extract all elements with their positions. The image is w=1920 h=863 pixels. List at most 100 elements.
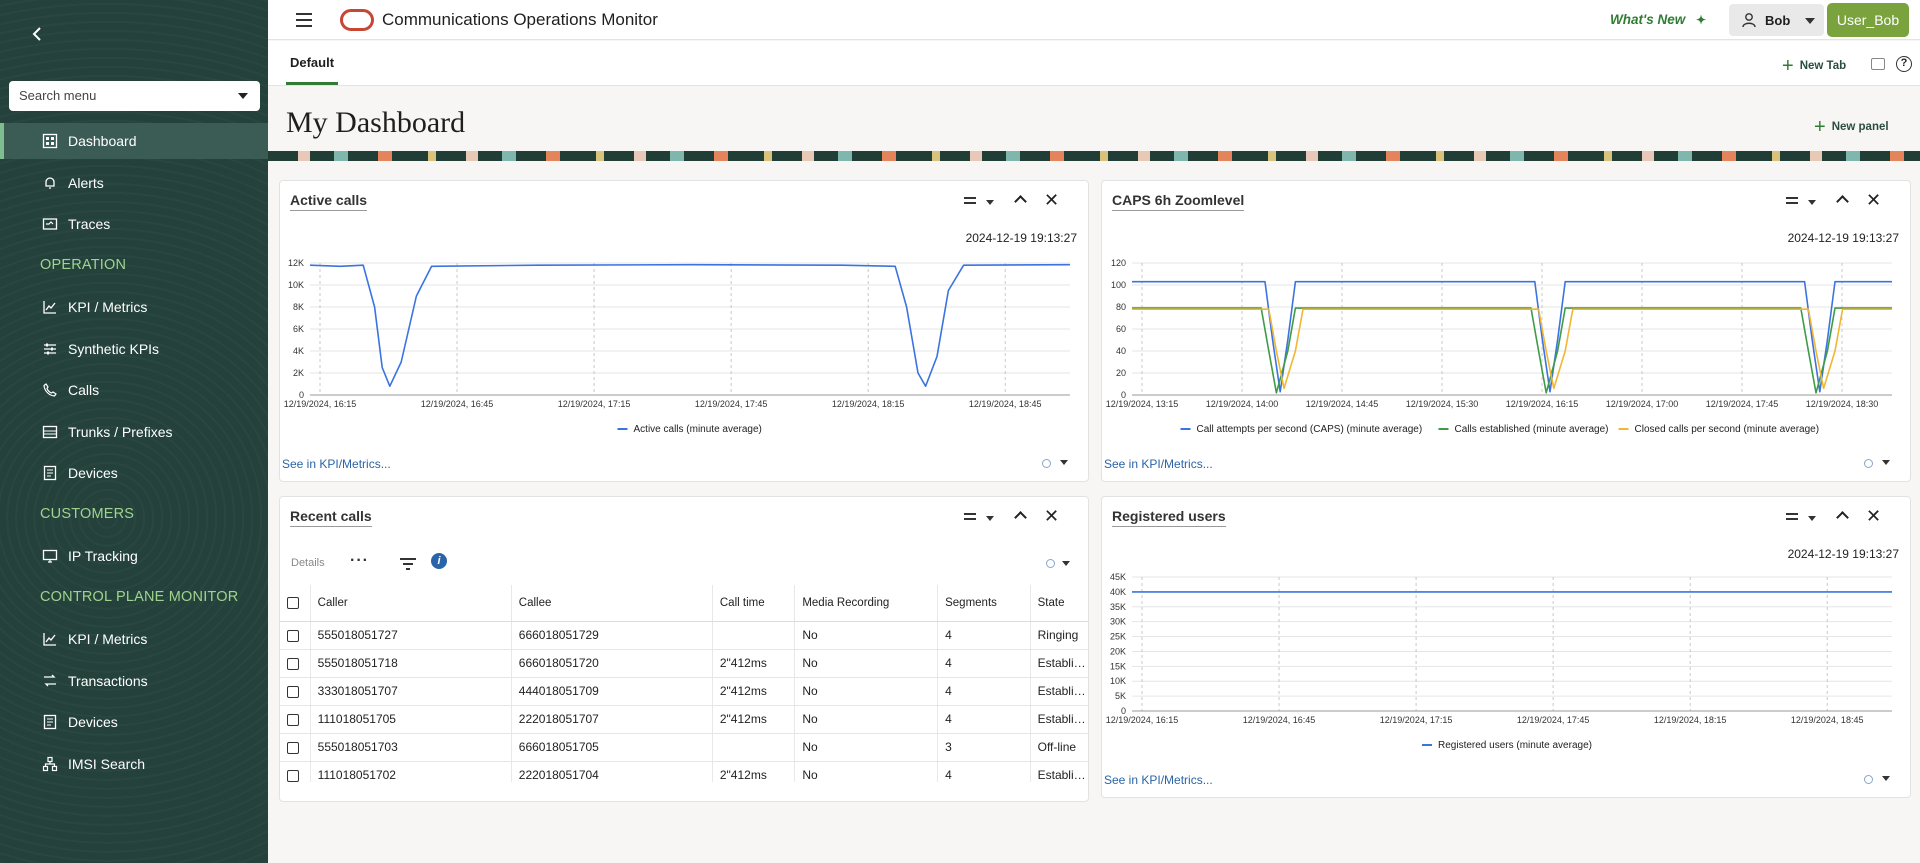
x-tick-label: 12/19/2024, 16:45 [421, 399, 494, 409]
sidebar-item-calls[interactable]: Calls [0, 372, 268, 408]
x-tick-label: 12/19/2024, 17:00 [1606, 399, 1679, 409]
new-tab-button[interactable]: + New Tab [1782, 55, 1846, 78]
table-options[interactable] [1046, 559, 1076, 571]
row-checkbox[interactable] [287, 741, 299, 754]
table-row[interactable]: 555018051727 666018051729 No 4 Ringing [280, 621, 1088, 650]
sidebar-item-synthetic-kpis[interactable]: Synthetic KPIs [0, 331, 268, 367]
chevron-down-icon[interactable] [986, 516, 994, 521]
sidebar-item-transactions[interactable]: Transactions [0, 663, 268, 699]
table-cell-callee: 666018051720 [511, 649, 713, 678]
active-calls-panel: Active calls ✕ 2024-12-19 19:13:27 0 2K 4K… [279, 180, 1089, 482]
sidebar-item-kpi-metrics[interactable]: KPI / Metrics [0, 621, 268, 657]
y-tick-label: 35K [1110, 602, 1126, 612]
y-tick-label: 20 [1116, 368, 1126, 378]
row-checkbox[interactable] [287, 629, 299, 642]
sidebar-item-devices[interactable]: Devices [0, 704, 268, 740]
device-icon [42, 714, 58, 730]
info-icon[interactable]: i [431, 553, 447, 569]
panel-options[interactable] [1864, 773, 1898, 785]
help-icon[interactable]: ? [1896, 56, 1912, 72]
column-header-call-time[interactable]: Call time [712, 585, 796, 622]
user-menu-button[interactable]: Bob [1729, 4, 1824, 36]
recent-calls-table-wrapper[interactable]: Caller Callee Call time Media Recording Segm… [280, 585, 1088, 782]
filter-icon[interactable] [400, 557, 416, 571]
legend-label[interactable]: Active calls (minute average) [634, 424, 762, 435]
panel-options[interactable] [1864, 457, 1898, 469]
legend-label[interactable]: Registered users (minute average) [1438, 740, 1592, 751]
sidebar-item-trunks-prefixes[interactable]: Trunks / Prefixes [0, 414, 268, 450]
sidebar-item-label: IP Tracking [68, 548, 138, 564]
column-header-caller[interactable]: Caller [310, 585, 512, 622]
table-cell-caller: 333018051707 [310, 677, 512, 706]
tab-strip: Default + New Tab ? [268, 41, 1920, 86]
sidebar-item-traces[interactable]: Traces [0, 206, 268, 242]
table-cell-media-recording: No [794, 621, 939, 650]
table-body: 555018051727 666018051729 No 4 Ringing 555018… [280, 621, 1088, 782]
row-select-cell [280, 733, 311, 762]
details-button[interactable]: Details [291, 557, 325, 569]
sidebar-item-alerts[interactable]: Alerts [0, 165, 268, 201]
panel-controls: ✕ [964, 507, 1074, 528]
close-icon[interactable]: ✕ [1044, 507, 1059, 525]
whats-new-link[interactable]: What's New ✦ [1610, 12, 1706, 27]
recent-calls-table: Caller Callee Call time Media Recording Segm… [280, 585, 1088, 782]
sidebar-item-imsi-search[interactable]: IMSI Search [0, 746, 268, 782]
settings-dot-icon [1042, 459, 1051, 468]
registered-users-panel: Registered users ✕ 2024-12-19 19:13:27 0… [1101, 496, 1911, 798]
see-in-kpi-link[interactable]: See in KPI/Metrics... [1104, 457, 1213, 471]
table-row[interactable]: 111018051702 222018051704 2"412ms No 4 Establ… [280, 761, 1088, 782]
chevron-down-icon [1882, 776, 1890, 781]
sidebar-item-devices[interactable]: Devices [0, 455, 268, 491]
select-all-checkbox[interactable] [287, 596, 299, 609]
row-checkbox[interactable] [287, 685, 299, 698]
x-tick-label: 12/19/2024, 15:30 [1406, 399, 1479, 409]
collapse-icon[interactable] [1014, 511, 1027, 524]
chart-icon [42, 299, 58, 315]
row-checkbox[interactable] [287, 769, 299, 782]
legend-label[interactable]: Closed calls per second (minute average) [1635, 424, 1820, 435]
sidebar-item-dashboard[interactable]: Dashboard [0, 123, 268, 159]
column-header-media-recording[interactable]: Media Recording [794, 585, 939, 622]
network-icon [42, 756, 58, 772]
chevron-down-icon [1805, 18, 1815, 24]
table-row[interactable]: 555018051703 666018051705 No 3 Off-line [280, 733, 1088, 762]
sidebar-item-kpi-metrics[interactable]: KPI / Metrics [0, 289, 268, 325]
table-row[interactable]: 333018051707 444018051709 2"412ms No 4 Establ… [280, 677, 1088, 706]
row-select-cell [280, 705, 311, 734]
table-cell-callee: 666018051729 [511, 621, 713, 650]
see-in-kpi-link[interactable]: See in KPI/Metrics... [1104, 773, 1213, 787]
sidebar-item-ip-tracking[interactable]: IP Tracking [0, 538, 268, 574]
user-button[interactable]: User_Bob [1827, 3, 1909, 37]
legend-label[interactable]: Call attempts per second (CAPS) (minute … [1197, 424, 1423, 435]
row-checkbox[interactable] [287, 657, 299, 670]
screen-icon[interactable] [1871, 58, 1885, 70]
tab-default[interactable]: Default [286, 55, 338, 85]
collapse-sidebar-icon[interactable] [28, 24, 48, 44]
table-cell-state: Established [1030, 677, 1088, 706]
column-header-state[interactable]: State [1030, 585, 1088, 622]
panel-options[interactable] [1042, 457, 1076, 469]
sliders-icon [42, 341, 58, 357]
ip-icon [42, 548, 58, 564]
table-row[interactable]: 555018051718 666018051720 2"412ms No 4 Establ… [280, 649, 1088, 678]
table-cell-media-recording: No [794, 761, 939, 782]
table-cell-callee: 444018051709 [511, 677, 713, 706]
x-tick-label: 12/19/2024, 17:45 [695, 399, 768, 409]
see-in-kpi-link[interactable]: See in KPI/Metrics... [282, 457, 391, 471]
search-menu-input[interactable]: Search menu [9, 81, 260, 111]
x-tick-label: 12/19/2024, 14:45 [1306, 399, 1379, 409]
new-panel-label: New panel [1831, 121, 1889, 133]
hamburger-menu-icon[interactable] [296, 12, 314, 28]
table-cell-state: Established [1030, 761, 1088, 782]
new-panel-button[interactable]: + New panel [1814, 116, 1889, 139]
chevron-down-icon[interactable] [238, 93, 248, 99]
column-header-segments[interactable]: Segments [937, 585, 1031, 622]
table-row[interactable]: 111018051705 222018051707 2"412ms No 4 Establ… [280, 705, 1088, 734]
row-checkbox[interactable] [287, 713, 299, 726]
y-tick-label: 60 [1116, 324, 1126, 334]
drag-handle-icon[interactable] [964, 513, 976, 520]
column-header-callee[interactable]: Callee [511, 585, 713, 622]
y-tick-label: 5K [1115, 691, 1126, 701]
more-options-icon[interactable]: ··· [350, 552, 369, 570]
legend-label[interactable]: Calls established (minute average) [1455, 424, 1609, 435]
